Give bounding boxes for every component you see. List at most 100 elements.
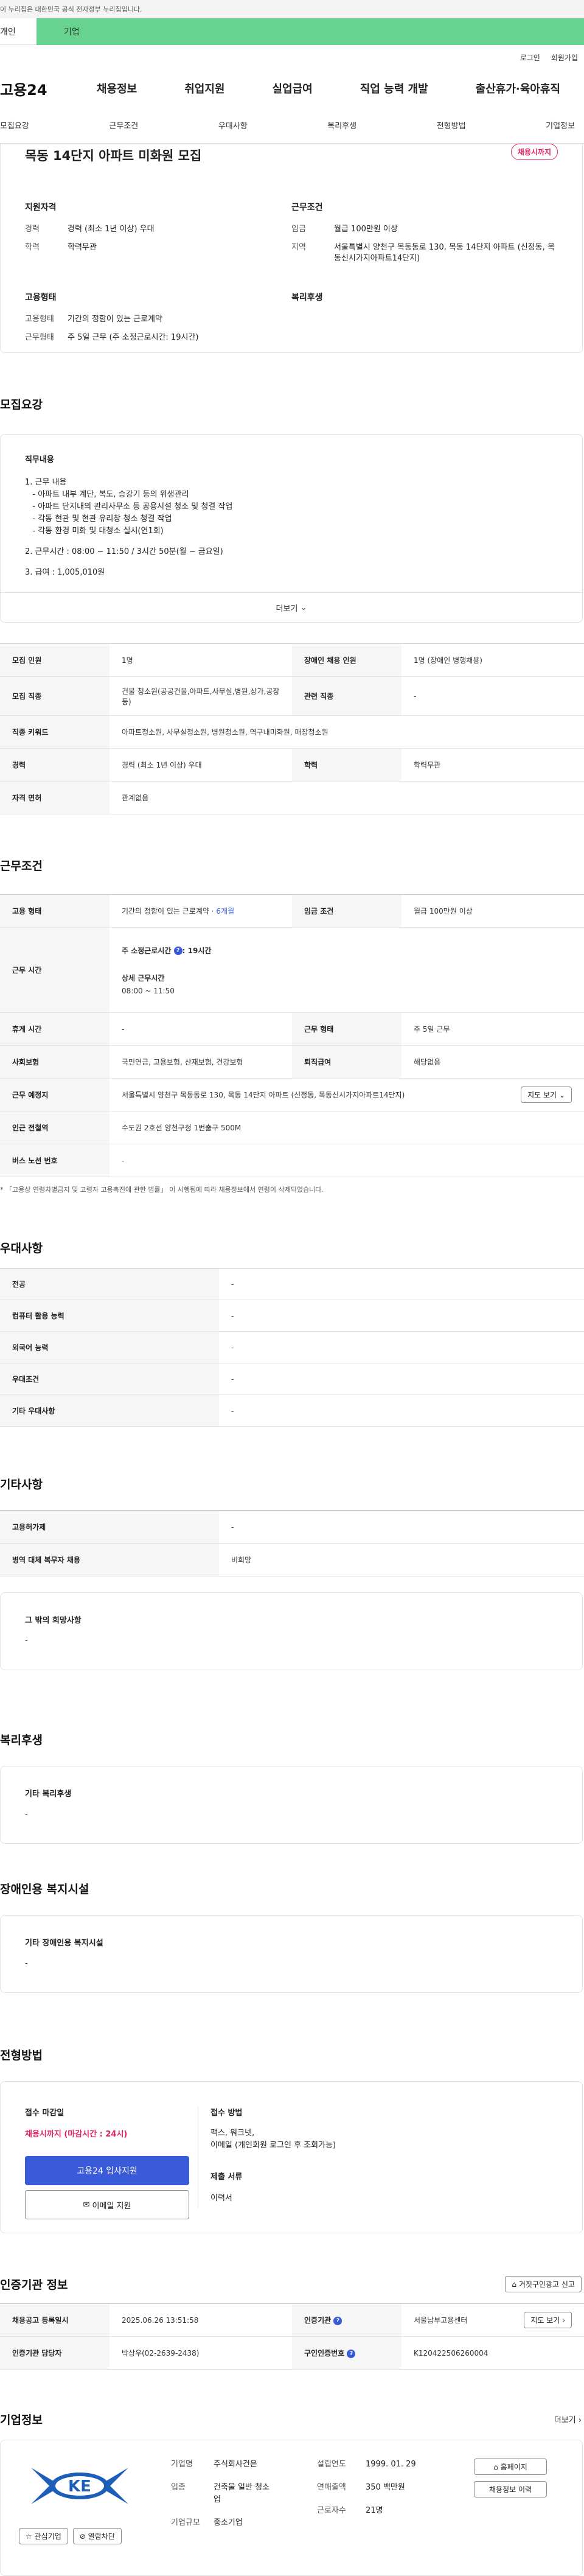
cert-header: 인증기관 정보 ⌂ 거짓구인광고 신고 (0, 2276, 584, 2292)
label: 구인인증번호 ? (292, 2336, 401, 2370)
company-more-link[interactable]: 더보기 › (554, 2413, 582, 2425)
label: 관련 직종 (292, 676, 401, 716)
etc-section-title: 기타사항 (0, 1478, 43, 1491)
other-wishes-title: 그 밖의 희망사항 (25, 1616, 82, 1625)
gnb-item-training[interactable]: 직업 능력 개발 (360, 80, 428, 96)
label: 근무형태 (25, 333, 54, 342)
label: 근무 형태 (292, 1012, 401, 1046)
apply-button[interactable]: 고용24 입사지원 (25, 2156, 189, 2185)
emptype-period: 6개월 (216, 907, 235, 915)
value: 서울특별시 양천구 목동동로 130, 목동 14단지 아파트 (신정동, 목동… (334, 243, 555, 263)
block-label: 열람차단 (88, 2532, 115, 2541)
label: 학력 (25, 243, 40, 252)
value: 건축물 일반 청소 (214, 2483, 269, 2492)
label: 지역 (291, 243, 306, 252)
preference-table: 전공 - 컴퓨터 활용 능력 - 외국어 능력 - 우대조건 - 기타 우대사항 - (0, 1268, 584, 1427)
disabled-fac-section-title: 장애인용 복지시설 (0, 1883, 89, 1896)
gnb-item-support[interactable]: 취업지원 (184, 80, 224, 96)
report-button[interactable]: ⌂ 거짓구인광고 신고 (505, 2276, 582, 2292)
label: 사회보험 (0, 1045, 109, 1079)
value: - (219, 1300, 584, 1332)
value: 박상우(02-2639-2438) (109, 2336, 292, 2370)
age-note: * 「고용상 연령차별금지 및 고령자 고용촉진에 관한 법률」 이 시행됨에 … (0, 1186, 324, 1194)
etc-table: 고용허가제 - 병역 대체 복무자 채용 비희망 (0, 1510, 584, 1577)
more-label: 더보기 (554, 2416, 576, 2425)
value: - (219, 1363, 584, 1395)
agency-map-button[interactable]: 지도 보기 › (524, 2312, 572, 2328)
job-summary-card: 목동 14단지 아파트 미화원 모집 채용시까지 지원자격 경력 경력 (최소 1… (0, 144, 583, 353)
value: - (219, 1395, 584, 1427)
login-link[interactable]: 로그인 (520, 52, 540, 63)
label: 퇴직급여 (292, 1045, 401, 1079)
anchor-recruit[interactable]: 모집요강 (0, 119, 29, 131)
utility-menu: 로그인 회원가입 (0, 45, 584, 69)
apply-card: 접수 마감일 채용시까지 (마감시간 : 24시) 고용24 입사지원 ✉ 이메… (0, 2081, 583, 2233)
label: 설립연도 (317, 2460, 346, 2469)
value: - (219, 1510, 584, 1544)
agency-label: 인증기관 (304, 2316, 332, 2325)
label: 연매출액 (317, 2483, 346, 2492)
company-logo-text: KE (68, 2477, 91, 2496)
favorite-company-button[interactable]: ☆ 관심기업 (19, 2528, 68, 2544)
label: 모집 직종 (0, 676, 109, 716)
value: - (109, 1144, 584, 1177)
label: 고용형태 (25, 315, 54, 324)
label: 컴퓨터 활용 능력 (0, 1300, 219, 1332)
welfare-card: 기타 복리후생 - (0, 1766, 583, 1844)
company-logo-area: KE ☆ 관심기업 ⊘ 열람차단 (19, 2459, 171, 2557)
email-apply-button[interactable]: ✉ 이메일 지원 (25, 2190, 189, 2219)
chevron-right-icon: › (562, 2316, 565, 2325)
gnb-item-unemployment[interactable]: 실업급여 (273, 80, 313, 96)
anchor-welfare[interactable]: 복리후생 (327, 119, 356, 131)
duty-line: 3. 급여 : 1,005,010원 (25, 568, 105, 577)
label: 모집 인원 (0, 643, 109, 677)
welfare-box-title: 기타 복리후생 (25, 1790, 72, 1799)
value: 해당없음 (401, 1045, 584, 1079)
anchor-conditions[interactable]: 근무조건 (109, 119, 138, 131)
map-label: 지도 보기 (530, 2316, 560, 2325)
help-icon[interactable]: ? (347, 2349, 356, 2358)
signup-link[interactable]: 회원가입 (551, 52, 578, 63)
value: 1명 (장애인 병행채용) (401, 643, 584, 677)
anchor-preference[interactable]: 우대사항 (218, 119, 248, 131)
value: 1명 (109, 643, 292, 677)
value: 1999. 01. 29 (366, 2460, 416, 2469)
more-label: 더보기 (276, 604, 298, 614)
gnb-item-leave[interactable]: 출산휴가·육아휴직 (476, 80, 560, 96)
value: 기간의 정함이 있는 근로계약 (68, 315, 162, 324)
tab-company[interactable]: 기업 (36, 18, 584, 45)
value: - (401, 676, 584, 716)
method-value-1: 팩스, 워크넷, (210, 2129, 255, 2138)
value: 중소기업 (214, 2518, 243, 2527)
label: 학력 (292, 748, 401, 782)
help-icon[interactable]: ? (173, 947, 182, 955)
anchor-process[interactable]: 전형방법 (437, 119, 466, 131)
site-logo[interactable]: 고용24 (0, 78, 73, 99)
method-value-2: 이메일 (개인회원 로그인 후 조회가능) (210, 2141, 336, 2150)
other-wishes-card: 그 밖의 희망사항 - (0, 1592, 583, 1670)
help-icon[interactable]: ? (333, 2316, 342, 2325)
anchor-company[interactable]: 기업정보 (546, 119, 575, 131)
welfare-title: 복리후생 (291, 293, 323, 303)
label: 근무 예정지 (0, 1078, 109, 1111)
docs-value: 이력서 (210, 2194, 232, 2203)
gov-banner-text: 이 누리집은 대한민국 공식 전자정부 누리집입니다. (0, 5, 142, 13)
map-button[interactable]: 지도 보기 ⌄ (521, 1087, 572, 1103)
label: 임금 (291, 225, 306, 234)
block-company-button[interactable]: ⊘ 열람차단 (72, 2528, 122, 2544)
map-label: 지도 보기 (527, 1091, 557, 1099)
jobs-history-button[interactable]: 채용정보 이력 (474, 2481, 547, 2497)
value: 주 5일 근무 (주 소정근로시간: 19시간) (68, 333, 199, 342)
label: 인증기관 ? (292, 2303, 401, 2337)
duty-line (25, 537, 558, 546)
label: 장애인 채용 인원 (292, 643, 401, 677)
label: 병역 대체 복무자 채용 (0, 1543, 219, 1577)
gnb-item-jobs[interactable]: 채용정보 (97, 80, 137, 96)
more-button[interactable]: 더보기 ⌄ (1, 592, 582, 622)
label: 기업규모 (171, 2518, 200, 2527)
cert-section-title: 인증기관 정보 (0, 2278, 68, 2292)
label: 근무 시간 (0, 927, 109, 1013)
job-title: 목동 14단지 아파트 미화원 모집 (25, 149, 202, 163)
value: 학력무관 (401, 748, 584, 782)
tab-personal[interactable]: 개인 (0, 18, 36, 45)
